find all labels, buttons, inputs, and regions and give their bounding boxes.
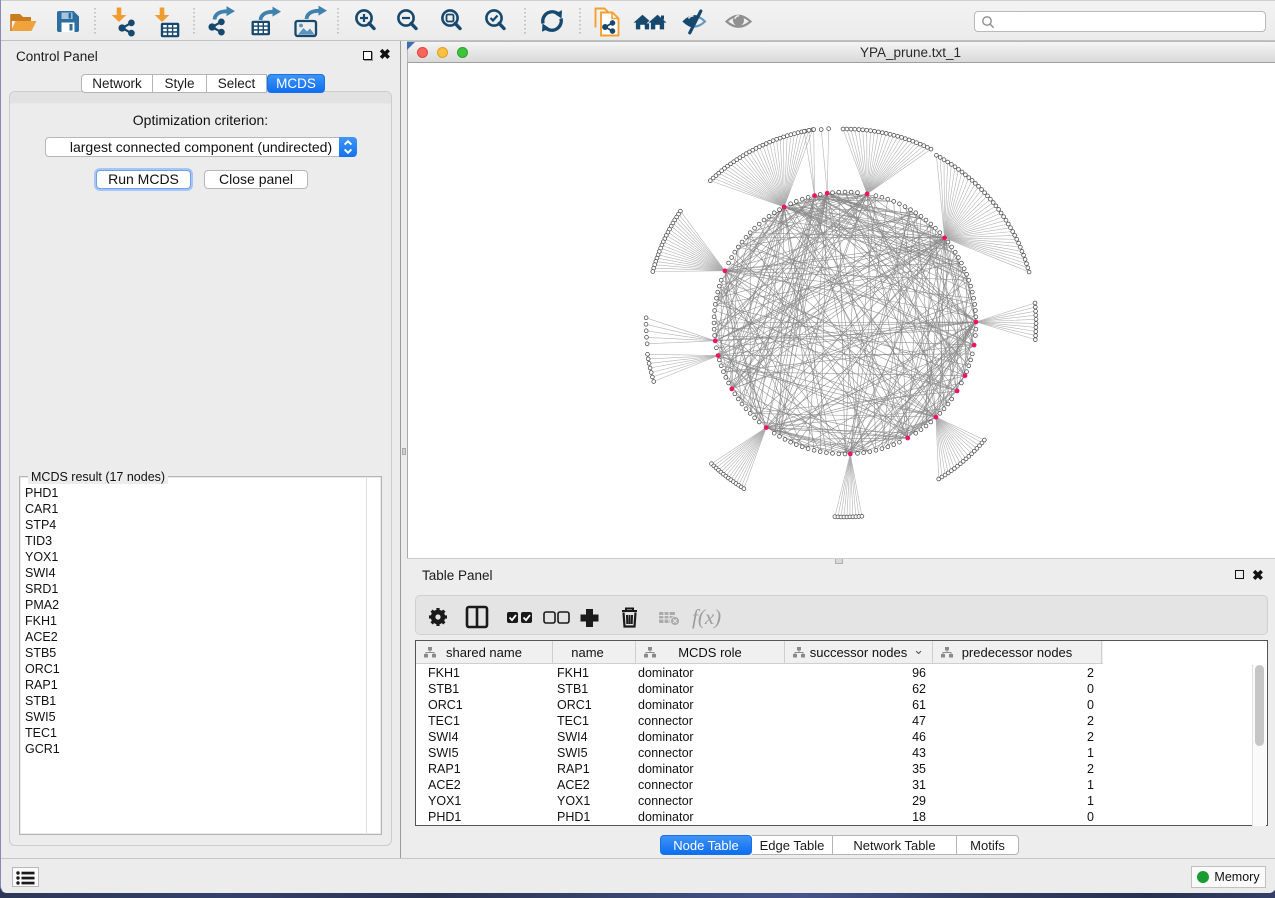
svg-text:f(x): f(x): [692, 605, 721, 629]
